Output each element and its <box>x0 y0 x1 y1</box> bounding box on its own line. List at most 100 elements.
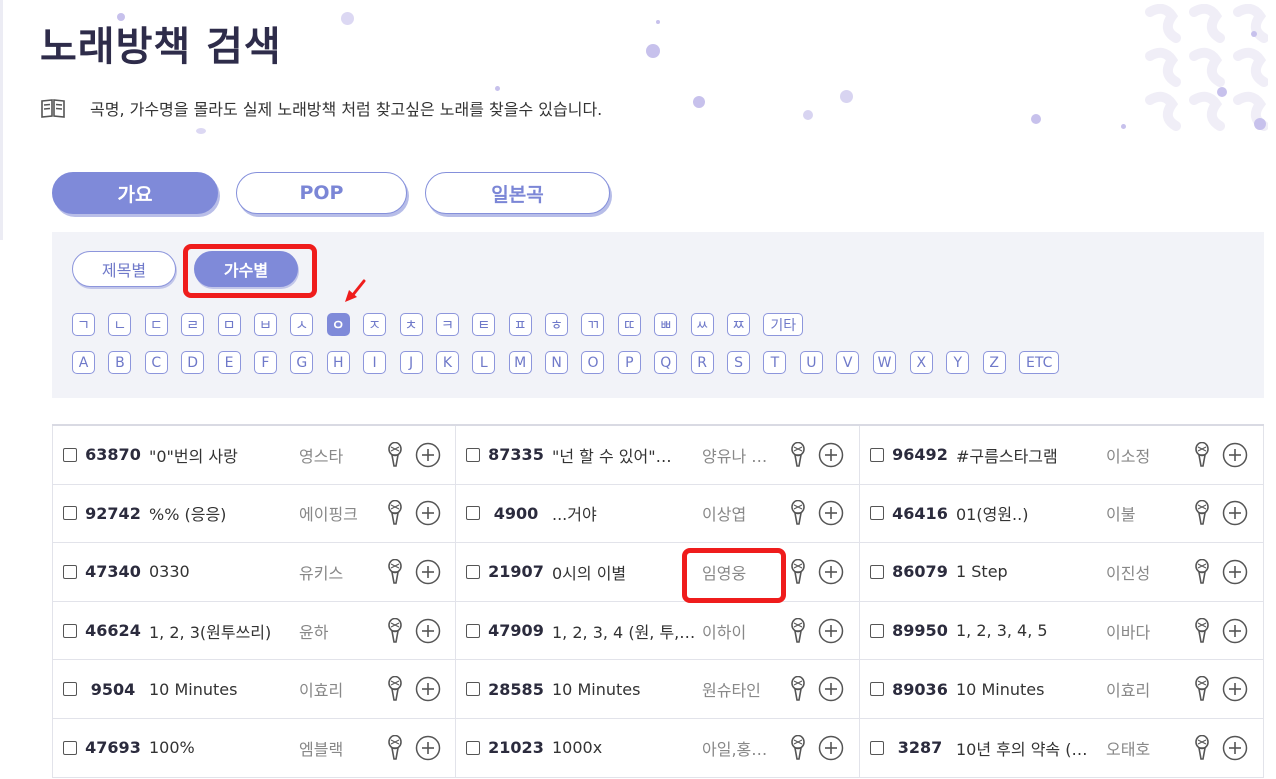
song-singer[interactable]: 양유나 … <box>702 443 782 467</box>
korean-letter-button[interactable]: ㅆ <box>690 313 714 336</box>
korean-letter-button[interactable]: ㅉ <box>727 313 751 336</box>
song-title[interactable]: #구름스타그램 <box>956 443 1106 467</box>
english-letter-button[interactable]: D <box>181 351 205 374</box>
song-singer[interactable]: 이바다 <box>1106 619 1186 643</box>
song-title[interactable]: 10년 후의 약속 (… <box>956 736 1106 760</box>
song-checkbox[interactable] <box>870 623 884 638</box>
english-letter-button[interactable]: W <box>872 351 897 374</box>
korean-letter-button[interactable]: ㅌ <box>472 313 496 336</box>
song-title[interactable]: 10 Minutes <box>552 680 702 699</box>
english-letter-button[interactable]: H <box>326 351 350 374</box>
korean-letter-button[interactable]: ㄱ <box>72 313 95 336</box>
korean-letter-button[interactable]: ㅎ <box>545 313 569 336</box>
english-letter-button[interactable]: X <box>909 351 933 374</box>
english-letter-button[interactable]: Y <box>946 351 970 374</box>
song-title[interactable]: 10 Minutes <box>149 680 299 699</box>
korean-letter-button[interactable]: ㅍ <box>508 313 532 336</box>
english-letter-button[interactable]: E <box>217 351 241 374</box>
korean-letter-button[interactable]: ㅈ <box>363 313 387 336</box>
song-title[interactable]: "0"번의 사랑 <box>149 443 299 467</box>
korean-letter-button[interactable]: ㅁ <box>217 313 241 336</box>
english-letter-button[interactable]: B <box>108 351 132 374</box>
korean-letter-button[interactable]: ㅇ <box>326 313 350 336</box>
english-letter-button[interactable]: S <box>727 351 751 374</box>
song-title[interactable]: 1, 2, 3, 4, 5 <box>956 621 1106 640</box>
song-singer[interactable]: 윤하 <box>299 619 379 643</box>
plus-circle-icon[interactable] <box>415 559 441 585</box>
microphone-icon[interactable] <box>385 558 405 585</box>
song-checkbox[interactable] <box>63 623 77 638</box>
tab-japanese[interactable]: 일본곡 <box>425 172 610 214</box>
song-title[interactable]: 10 Minutes <box>956 680 1106 699</box>
song-singer[interactable]: 이진성 <box>1106 560 1186 584</box>
plus-circle-icon[interactable] <box>415 735 441 761</box>
song-singer[interactable]: 이효리 <box>1106 677 1186 701</box>
microphone-icon[interactable] <box>788 675 808 702</box>
song-checkbox[interactable] <box>466 740 480 755</box>
song-singer[interactable]: 오태호 <box>1106 736 1186 760</box>
song-checkbox[interactable] <box>63 740 77 755</box>
plus-circle-icon[interactable] <box>1222 500 1248 526</box>
song-checkbox[interactable] <box>870 682 884 697</box>
microphone-icon[interactable] <box>1192 675 1212 702</box>
song-singer[interactable]: 이불 <box>1106 501 1186 525</box>
microphone-icon[interactable] <box>1192 500 1212 526</box>
song-singer[interactable]: 엠블랙 <box>299 736 379 760</box>
english-letter-button[interactable]: O <box>581 351 605 374</box>
english-letter-button[interactable]: U <box>799 351 823 374</box>
song-title[interactable]: %% (응응) <box>149 501 299 525</box>
microphone-icon[interactable] <box>1192 558 1212 585</box>
microphone-icon[interactable] <box>788 500 808 526</box>
korean-letter-button[interactable]: ㄲ <box>581 313 605 336</box>
microphone-icon[interactable] <box>788 734 808 761</box>
english-letter-button[interactable]: L <box>472 351 496 374</box>
english-letter-button[interactable]: A <box>72 351 95 374</box>
song-title[interactable]: "넌 할 수 있어"… <box>552 443 702 467</box>
song-checkbox[interactable] <box>870 506 884 521</box>
plus-circle-icon[interactable] <box>818 618 844 644</box>
song-checkbox[interactable] <box>466 506 480 521</box>
english-letter-button[interactable]: J <box>399 351 423 374</box>
song-singer[interactable]: 이하이 <box>702 619 782 643</box>
korean-letter-button[interactable]: ㅊ <box>399 313 423 336</box>
song-title[interactable]: 100% <box>149 738 299 757</box>
korean-letter-button[interactable]: 기타 <box>763 313 804 336</box>
korean-letter-button[interactable]: ㅋ <box>435 313 459 336</box>
plus-circle-icon[interactable] <box>1222 618 1248 644</box>
song-checkbox[interactable] <box>870 740 884 755</box>
microphone-icon[interactable] <box>788 558 808 585</box>
song-checkbox[interactable] <box>870 447 884 462</box>
korean-letter-button[interactable]: ㅃ <box>654 313 678 336</box>
song-title[interactable]: 0330 <box>149 562 299 581</box>
english-letter-button[interactable]: N <box>545 351 569 374</box>
microphone-icon[interactable] <box>385 675 405 702</box>
english-letter-button[interactable]: Z <box>982 351 1006 374</box>
song-checkbox[interactable] <box>466 682 480 697</box>
song-title[interactable]: 01(영원..) <box>956 501 1106 525</box>
plus-circle-icon[interactable] <box>818 735 844 761</box>
song-title[interactable]: 1000x <box>552 738 702 757</box>
plus-circle-icon[interactable] <box>818 559 844 585</box>
song-singer[interactable]: 유키스 <box>299 560 379 584</box>
microphone-icon[interactable] <box>788 441 808 468</box>
microphone-icon[interactable] <box>385 617 405 644</box>
plus-circle-icon[interactable] <box>1222 735 1248 761</box>
english-letter-button[interactable]: ETC <box>1019 351 1060 374</box>
korean-letter-button[interactable]: ㅅ <box>290 313 314 336</box>
english-letter-button[interactable]: M <box>508 351 532 374</box>
tab-pop[interactable]: POP <box>236 172 407 214</box>
song-singer[interactable]: 아일,홍… <box>702 736 782 760</box>
subtab-by-title[interactable]: 제목별 <box>72 251 176 287</box>
microphone-icon[interactable] <box>1192 441 1212 468</box>
plus-circle-icon[interactable] <box>415 676 441 702</box>
song-singer[interactable]: 이효리 <box>299 677 379 701</box>
plus-circle-icon[interactable] <box>415 618 441 644</box>
song-singer[interactable]: 원슈타인 <box>702 677 782 701</box>
song-checkbox[interactable] <box>63 506 77 521</box>
song-title[interactable]: 1, 2, 3, 4 (원, 투,… <box>552 619 702 643</box>
plus-circle-icon[interactable] <box>415 500 441 526</box>
microphone-icon[interactable] <box>385 441 405 468</box>
english-letter-button[interactable]: G <box>290 351 314 374</box>
song-checkbox[interactable] <box>870 564 884 579</box>
song-singer[interactable]: 영스타 <box>299 443 379 467</box>
